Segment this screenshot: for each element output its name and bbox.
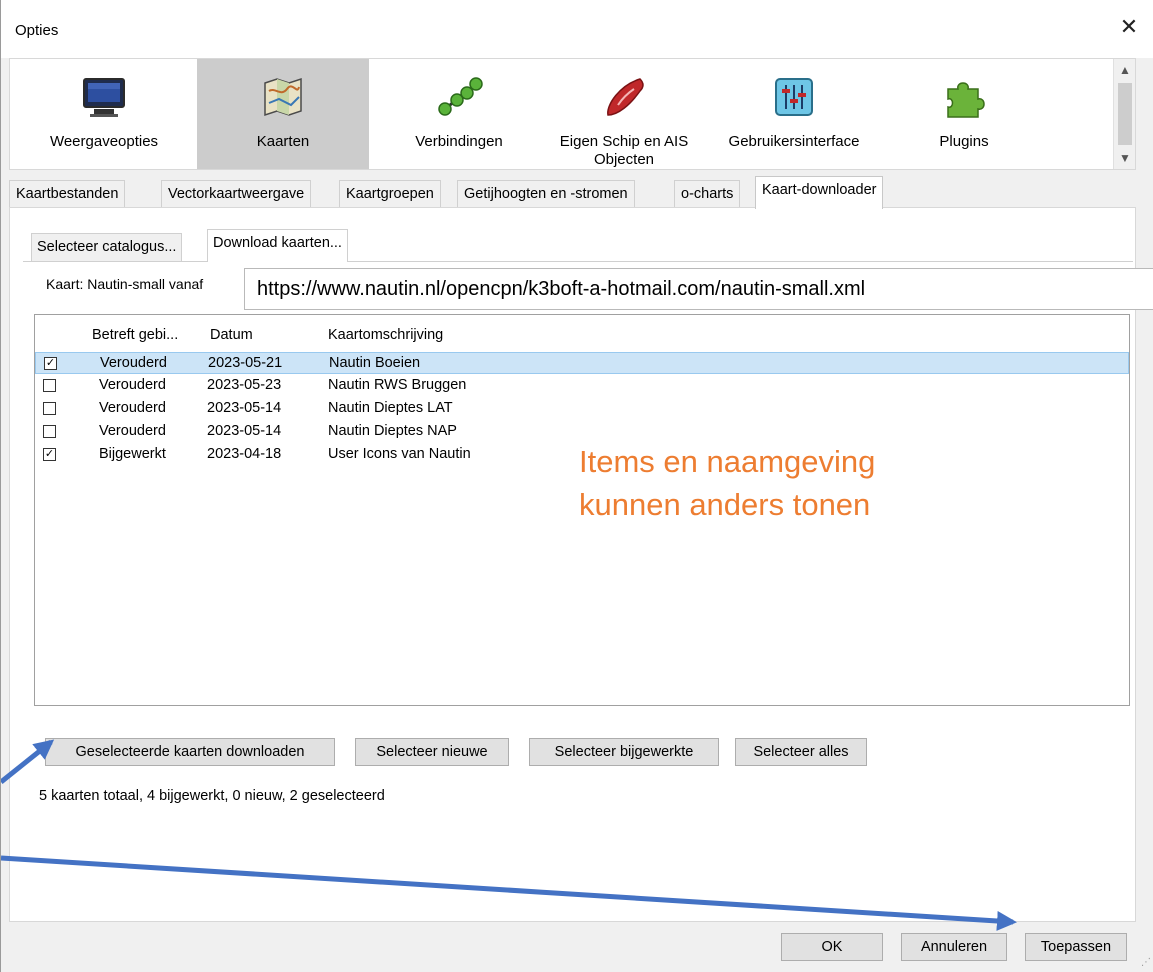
- toolbar-item-label: Plugins: [939, 133, 989, 150]
- scroll-up-icon[interactable]: ▲: [1114, 59, 1136, 81]
- chart-source-label: Kaart: Nautin-small vanaf: [46, 276, 204, 292]
- subtab-download-charts[interactable]: Download kaarten...: [207, 229, 348, 262]
- item-date: 2023-04-18: [207, 446, 282, 462]
- select-all-button[interactable]: Selecteer alles: [735, 738, 867, 766]
- monitor-icon: [80, 75, 128, 119]
- item-description: User Icons van Nautin: [328, 446, 471, 462]
- item-description: Nautin RWS Bruggen: [328, 377, 467, 393]
- column-header-date[interactable]: Datum: [210, 327, 253, 343]
- checkbox[interactable]: ✓: [43, 448, 56, 461]
- resize-grip-icon[interactable]: ⋰: [1137, 956, 1151, 970]
- divider: [23, 261, 1133, 262]
- item-date: 2023-05-23: [207, 377, 282, 393]
- toolbar-item-label: Weergaveopties: [49, 133, 159, 150]
- item-date: 2023-05-21: [208, 355, 283, 371]
- item-date: 2023-05-14: [207, 423, 282, 439]
- annotation-note: Items en naamgeving kunnen anders tonen: [579, 440, 875, 526]
- item-status: Verouderd: [99, 400, 166, 416]
- connections-icon: [435, 75, 483, 119]
- item-description: Nautin Dieptes LAT: [328, 400, 453, 416]
- sub-tabs: Selecteer catalogus... Download kaarten.…: [31, 229, 431, 262]
- item-date: 2023-05-14: [207, 400, 282, 416]
- toolbar-item-weergaveopties[interactable]: Weergaveopties: [16, 59, 192, 169]
- puzzle-icon: [940, 75, 988, 119]
- subtab-select-catalog[interactable]: Selecteer catalogus...: [31, 233, 183, 261]
- checkbox[interactable]: [43, 379, 56, 392]
- status-text: 5 kaarten totaal, 4 bijgewerkt, 0 nieuw,…: [39, 788, 385, 804]
- chart-url-field[interactable]: https://www.nautin.nl/opencpn/k3boft-a-h…: [244, 268, 1153, 310]
- toolbar-item-label: Eigen Schip en AIS Objecten: [559, 133, 689, 168]
- category-toolbar: Weergaveopties Kaarten Verbindingen Eige…: [9, 58, 1136, 170]
- list-item[interactable]: Verouderd 2023-05-23 Nautin RWS Bruggen: [35, 375, 1129, 397]
- tab-getijhoogten[interactable]: Getijhoogten en -stromen: [457, 180, 635, 208]
- toolbar-item-kaarten[interactable]: Kaarten: [197, 59, 369, 169]
- close-icon[interactable]: ✕: [1114, 12, 1144, 42]
- download-selected-button[interactable]: Geselecteerde kaarten downloaden: [45, 738, 335, 766]
- toolbar-item-eigen-schip[interactable]: Eigen Schip en AIS Objecten: [550, 59, 698, 169]
- item-description: Nautin Dieptes NAP: [328, 423, 457, 439]
- tab-kaart-downloader[interactable]: Kaart-downloader: [755, 176, 884, 209]
- ship-icon: [600, 75, 648, 119]
- scroll-down-icon[interactable]: ▼: [1114, 147, 1136, 169]
- tab-kaartgroepen[interactable]: Kaartgroepen: [339, 180, 441, 208]
- select-updated-button[interactable]: Selecteer bijgewerkte: [529, 738, 719, 766]
- options-dialog: Opties ✕ Weergaveopties Kaarten Verbindi…: [0, 0, 1153, 972]
- map-icon: [259, 75, 307, 119]
- title-bar: Opties ✕: [1, 0, 1153, 58]
- checkbox[interactable]: [43, 425, 56, 438]
- list-item[interactable]: Verouderd 2023-05-14 Nautin Dieptes LAT: [35, 398, 1129, 420]
- toolbar-item-gebruikersinterface[interactable]: Gebruikersinterface: [706, 59, 882, 169]
- tab-vectorkaartweergave[interactable]: Vectorkaartweergave: [161, 180, 312, 208]
- select-new-button[interactable]: Selecteer nieuwe: [355, 738, 509, 766]
- toolbar-item-plugins[interactable]: Plugins: [890, 59, 1038, 169]
- list-item[interactable]: ✓ Verouderd 2023-05-21 Nautin Boeien: [35, 352, 1129, 374]
- item-status: Verouderd: [99, 423, 166, 439]
- item-description: Nautin Boeien: [329, 355, 421, 371]
- column-header-area[interactable]: Betreft gebi...: [92, 327, 178, 343]
- toolbar-item-label: Gebruikersinterface: [728, 133, 860, 150]
- tab-o-charts[interactable]: o-charts: [674, 180, 741, 208]
- cancel-button[interactable]: Annuleren: [901, 933, 1007, 961]
- tab-kaartbestanden[interactable]: Kaartbestanden: [9, 180, 126, 208]
- column-header-description[interactable]: Kaartomschrijving: [328, 327, 443, 343]
- item-status: Verouderd: [100, 355, 167, 371]
- scrollbar-thumb[interactable]: [1118, 83, 1132, 145]
- toolbar-item-label: Verbindingen: [415, 133, 503, 150]
- item-status: Bijgewerkt: [99, 446, 166, 462]
- apply-button[interactable]: Toepassen: [1025, 933, 1127, 961]
- checkbox[interactable]: ✓: [44, 357, 57, 370]
- toolbar-item-label: Kaarten: [256, 133, 310, 150]
- sliders-icon: [770, 75, 818, 119]
- annotation-line: Items en naamgeving: [579, 444, 876, 479]
- ok-button[interactable]: OK: [781, 933, 883, 961]
- annotation-line: kunnen anders tonen: [579, 487, 871, 522]
- item-status: Verouderd: [99, 377, 166, 393]
- toolbar-scrollbar[interactable]: ▲ ▼: [1113, 59, 1135, 169]
- window-title: Opties: [15, 22, 59, 39]
- checkbox[interactable]: [43, 402, 56, 415]
- list-header: Betreft gebi... Datum Kaartomschrijving: [35, 315, 1129, 351]
- toolbar-item-verbindingen[interactable]: Verbindingen: [371, 59, 547, 169]
